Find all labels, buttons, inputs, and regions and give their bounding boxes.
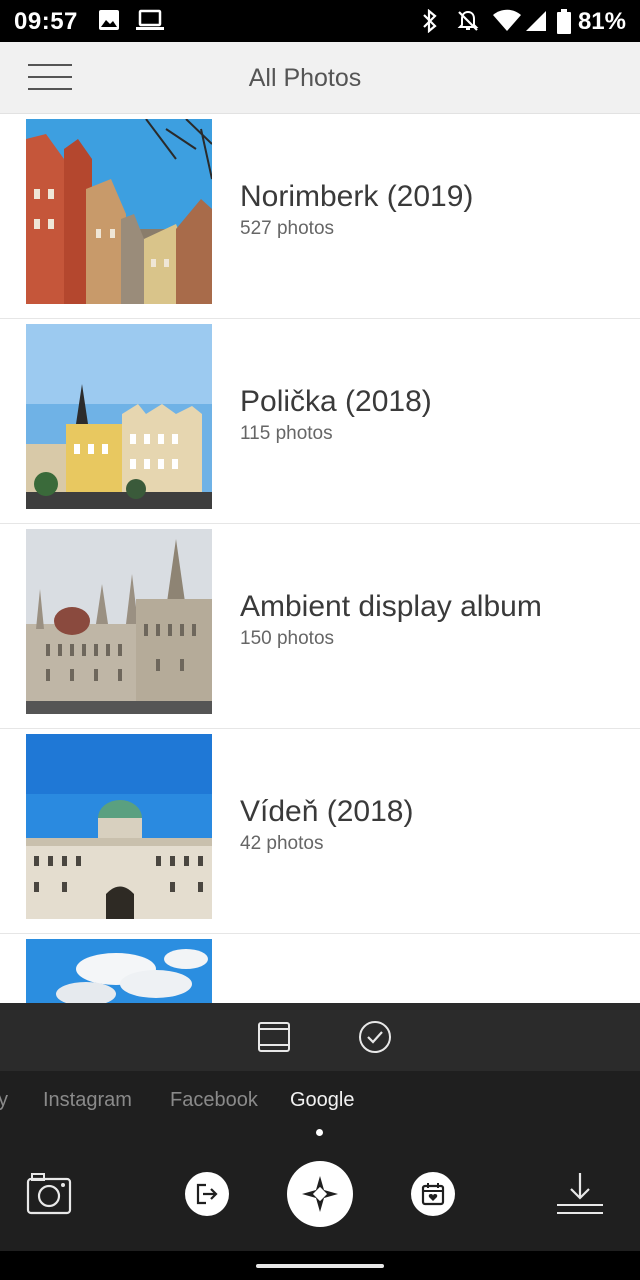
- hp-sprocket-icon: [302, 1176, 338, 1212]
- system-nav-bar: [0, 1251, 640, 1280]
- page-title: All Photos: [248, 64, 362, 92]
- album-count: 42 photos: [240, 833, 324, 854]
- tab-google[interactable]: Google: [290, 1089, 355, 1112]
- album-thumbnail: [26, 529, 212, 714]
- home-gesture-pill[interactable]: [256, 1264, 384, 1268]
- album-item[interactable]: Ambient display album 150 photos: [0, 524, 640, 729]
- album-thumbnail: [26, 939, 212, 1003]
- signal-icon: [526, 11, 546, 31]
- album-item[interactable]: Vídeň (2018) 42 photos: [0, 729, 640, 934]
- layout-icon[interactable]: [256, 1019, 292, 1055]
- camera-icon[interactable]: [26, 1171, 72, 1217]
- album-list[interactable]: Norimberk (2019) 527 photos Polička (201…: [0, 114, 640, 1003]
- tab-partial[interactable]: y: [0, 1089, 8, 1112]
- album-count: 115 photos: [240, 423, 333, 444]
- app-header: All Photos: [0, 42, 640, 114]
- share-button[interactable]: [185, 1172, 229, 1216]
- select-check-icon[interactable]: [357, 1019, 393, 1055]
- sprocket-main-button[interactable]: [287, 1161, 353, 1227]
- source-tabs: y Instagram Facebook Google: [0, 1071, 640, 1151]
- album-count: 150 photos: [240, 628, 335, 649]
- share-icon: [196, 1183, 218, 1205]
- bluetooth-icon: [423, 9, 437, 33]
- album-name: Ambient display album: [240, 590, 542, 623]
- calendar-heart-icon: [421, 1183, 445, 1206]
- laptop-icon: [136, 9, 164, 30]
- status-time: 09:57: [14, 8, 78, 35]
- album-name: Polička (2018): [240, 385, 432, 418]
- battery-icon: [557, 9, 571, 34]
- bottom-nav: [0, 1151, 640, 1251]
- album-item[interactable]: Norimberk (2019) 527 photos: [0, 114, 640, 319]
- album-name: Norimberk (2019): [240, 180, 474, 213]
- download-icon[interactable]: [555, 1169, 605, 1217]
- tab-instagram[interactable]: Instagram: [43, 1089, 132, 1112]
- notifications-off-icon: [457, 10, 479, 31]
- wifi-icon: [493, 9, 521, 31]
- active-tab-indicator: [316, 1129, 323, 1136]
- album-thumbnail: [26, 734, 212, 919]
- album-item[interactable]: [0, 934, 640, 1003]
- battery-percent: 81%: [577, 8, 626, 35]
- status-bar: 09:57 81%: [0, 0, 640, 42]
- action-bar: [0, 1003, 640, 1071]
- album-thumbnail: [26, 324, 212, 509]
- album-name: Vídeň (2018): [240, 795, 414, 828]
- album-item[interactable]: Polička (2018) 115 photos: [0, 319, 640, 524]
- album-count: 527 photos: [240, 218, 335, 239]
- album-thumbnail: [26, 119, 212, 304]
- calendar-button[interactable]: [411, 1172, 455, 1216]
- tab-facebook[interactable]: Facebook: [170, 1089, 258, 1112]
- image-icon: [99, 10, 119, 30]
